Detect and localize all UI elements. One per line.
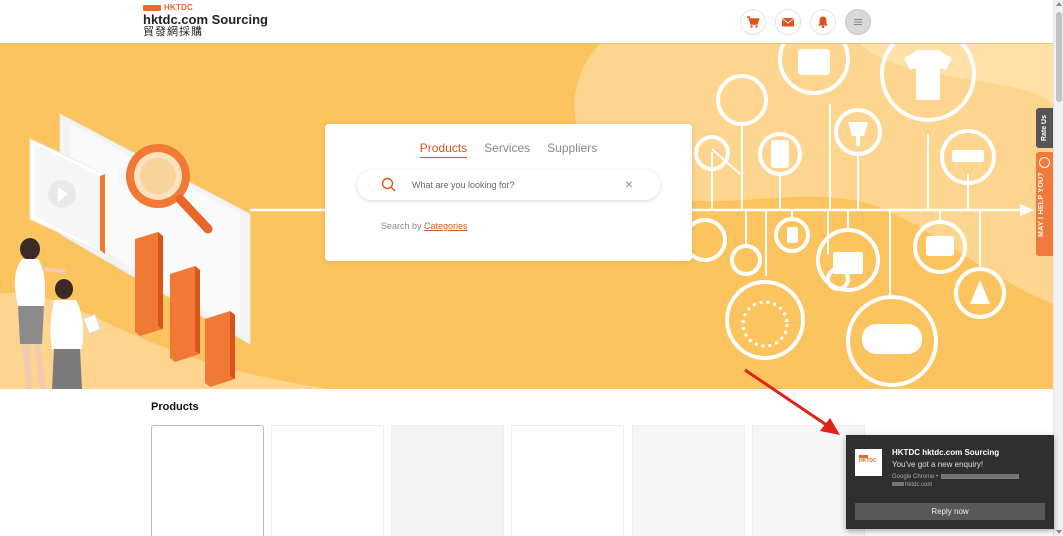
cart-button[interactable] — [740, 9, 766, 35]
logo-name: hktdc.com Sourcing — [143, 12, 268, 27]
page: HKTDC hktdc.com Sourcing 貿發網採購 Products … — [0, 0, 1063, 536]
product-card[interactable] — [632, 425, 745, 536]
notification-domain: hktdc.com — [892, 482, 932, 488]
logo-small-text: HKTDC — [164, 3, 193, 12]
menu-icon — [854, 19, 862, 25]
account-menu-button[interactable] — [845, 9, 871, 35]
scrollbar-thumb[interactable] — [1056, 12, 1062, 102]
product-card[interactable] — [151, 425, 264, 536]
search-icon[interactable] — [381, 177, 397, 193]
tab-services[interactable]: Services — [484, 141, 530, 158]
categories-link[interactable]: Categories — [424, 221, 468, 231]
messages-button[interactable] — [775, 9, 801, 35]
chat-icon — [1039, 157, 1050, 168]
redacted-url — [941, 474, 1020, 479]
notification-title: HKTDC hktdc.com Sourcing — [892, 448, 1000, 457]
rate-us-tab[interactable]: Rate Us — [1036, 108, 1053, 148]
search-tabs: Products Services Suppliers — [325, 141, 692, 158]
necklace-icon — [741, 300, 789, 348]
notification-source: Google Chrome • — [892, 474, 1020, 480]
tab-products[interactable]: Products — [419, 141, 468, 158]
logo-chinese: 貿發網採購 — [143, 26, 203, 38]
hktdc-logo[interactable]: HKTDC hktdc.com Sourcing 貿發網採購 — [143, 3, 268, 38]
search-input[interactable] — [412, 176, 612, 194]
mail-icon — [782, 18, 794, 27]
product-card[interactable] — [391, 425, 504, 536]
page-scrollbar[interactable] — [1053, 0, 1063, 536]
search-by-categories: Search by Categories — [381, 221, 468, 231]
product-card[interactable] — [511, 425, 624, 536]
search-box: × — [357, 170, 660, 200]
product-card[interactable] — [271, 425, 384, 536]
scroll-down-icon[interactable] — [1056, 530, 1062, 534]
scroll-up-icon[interactable] — [1056, 2, 1062, 6]
clear-search-icon[interactable]: × — [625, 176, 633, 192]
help-label: MAY I HELP YOU? — [1038, 172, 1045, 237]
tab-suppliers[interactable]: Suppliers — [547, 141, 597, 158]
help-tab[interactable]: MAY I HELP YOU? — [1036, 152, 1053, 256]
notification-message: You've got a new enquiry! — [892, 460, 984, 469]
red-arrow-icon — [744, 368, 840, 435]
search-by-label: Search by — [381, 221, 425, 231]
top-header: HKTDC hktdc.com Sourcing 貿發網採購 — [0, 0, 1053, 44]
logo-mark-icon — [143, 4, 161, 11]
search-card: Products Services Suppliers × Search by … — [325, 124, 692, 261]
cart-icon — [747, 16, 760, 28]
products-section-title: Products — [151, 401, 199, 413]
hktdc-notification-logo-icon: HKTDC — [855, 449, 882, 476]
chrome-notification[interactable]: HKTDC HKTDC hktdc.com Sourcing You've go… — [846, 435, 1054, 529]
bell-icon — [818, 16, 828, 29]
rate-us-label: Rate Us — [1041, 114, 1048, 142]
reply-now-button[interactable]: Reply now — [855, 503, 1045, 520]
notifications-button[interactable] — [810, 9, 836, 35]
